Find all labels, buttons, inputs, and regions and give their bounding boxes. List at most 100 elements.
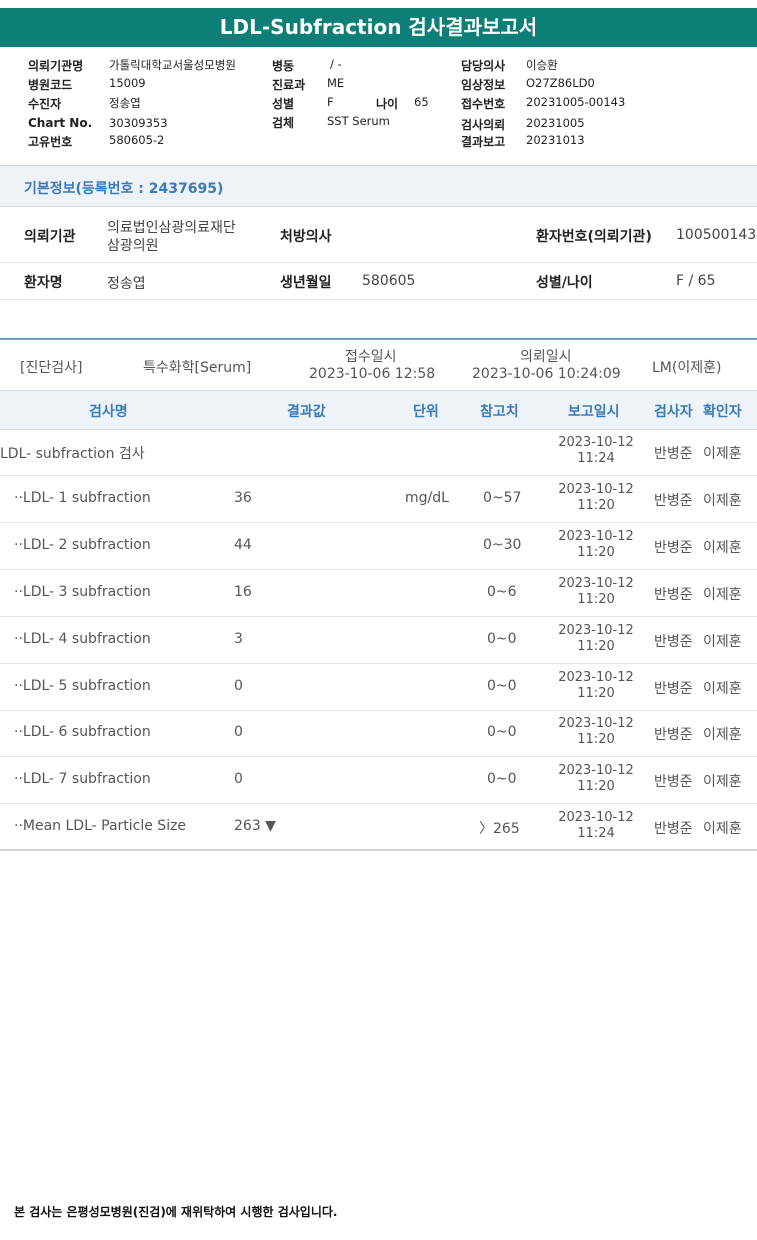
dept-value: ME	[327, 76, 345, 90]
test-value: 36	[234, 490, 252, 506]
chart-label: Chart No.	[28, 116, 93, 130]
col-confirmer: 확인자	[703, 404, 742, 420]
section-divider	[0, 338, 757, 340]
table-row[interactable]: LDL- subfraction 검사 2023-10-12 11:24 반병준 …	[0, 428, 757, 476]
test-value: 44	[234, 537, 252, 553]
report-date: 2023-10-12	[558, 810, 634, 825]
tester: 반병준	[654, 727, 693, 743]
col-tester: 검사자	[654, 404, 693, 420]
test-name: ··Mean LDL- Particle Size	[14, 818, 187, 834]
test-value: 0	[234, 678, 243, 694]
report-date: 2023-10-12	[558, 670, 634, 685]
report-time: 11:20	[577, 592, 615, 607]
unique-label: 고유번호	[28, 135, 73, 149]
receipt-value: 20231005-00143	[526, 95, 626, 109]
divider	[0, 262, 757, 263]
table-row[interactable]: ··LDL- 6 subfraction 0 0~0 2023-10-12 11:…	[0, 709, 757, 757]
birth-label: 생년월일	[280, 275, 332, 291]
test-ref: 0~30	[483, 537, 522, 553]
prescriber-label: 처방의사	[280, 229, 332, 245]
report-date: 2023-10-12	[558, 482, 634, 497]
tester: 반병준	[654, 681, 693, 697]
test-name: ··LDL- 5 subfraction	[14, 678, 151, 694]
report-date: 2023-10-12	[558, 576, 634, 591]
tester: 반병준	[654, 634, 693, 650]
table-row[interactable]: ··LDL- 4 subfraction 3 0~0 2023-10-12 11:…	[0, 616, 757, 664]
tester: 반병준	[654, 493, 693, 509]
hospital-code-value: 15009	[109, 76, 146, 90]
top-border	[0, 0, 757, 8]
test-name: ··LDL- 3 subfraction	[14, 584, 151, 600]
institution-label: 의뢰기관명	[28, 59, 84, 73]
report-date: 2023-10-12	[558, 763, 634, 778]
institution-value: 가톨릭대학교서울성모병원	[109, 58, 236, 72]
patient-value: 정송엽	[109, 96, 141, 110]
test-ref: 0~57	[483, 490, 522, 506]
report-date: 2023-10-12	[558, 529, 634, 544]
col-value: 결과값	[287, 404, 326, 420]
confirmer: 이제훈	[703, 727, 742, 743]
doctor-value: 이승환	[526, 58, 558, 72]
test-name: ··LDL- 7 subfraction	[14, 771, 151, 787]
basic-info-title: 기본정보(등록번호 : 2437695)	[24, 181, 224, 197]
tester: 반병준	[654, 821, 693, 837]
dept-label: 진료과	[272, 78, 306, 92]
tester: 반병준	[654, 587, 693, 603]
footer-note: 본 검사는 은평성모병원(진검)에 재위탁하여 시행한 검사입니다.	[14, 1205, 338, 1219]
test-value: 3	[234, 631, 243, 647]
sexage-label: 성별/나이	[536, 275, 593, 291]
report-date: 2023-10-12	[558, 716, 634, 731]
table-row[interactable]: ··LDL- 7 subfraction 0 0~0 2023-10-12 11:…	[0, 756, 757, 804]
test-ref: 〉265	[479, 821, 520, 837]
table-row[interactable]: ··LDL- 5 subfraction 0 0~0 2023-10-12 11:…	[0, 663, 757, 711]
name-label: 환자명	[24, 275, 63, 291]
age-value: 65	[414, 95, 429, 109]
tester: 반병준	[654, 446, 693, 462]
test-ref: 0~0	[487, 771, 517, 787]
report-time: 11:20	[577, 498, 615, 513]
test-ref: 0~0	[487, 678, 517, 694]
specimen-label: 검체	[272, 116, 295, 130]
test-name: ··LDL- 2 subfraction	[14, 537, 151, 553]
table-row[interactable]: ··LDL- 1 subfraction 36 mg/dL 0~57 2023-…	[0, 475, 757, 523]
request-time-value: 2023-10-06 10:24:09	[472, 366, 621, 382]
test-name: ··LDL- 6 subfraction	[14, 724, 151, 740]
inst-line1: 의료법인삼광의료재단	[107, 220, 236, 236]
patient-no-label: 환자번호(의뢰기관)	[536, 229, 652, 245]
table-row[interactable]: ··LDL- 3 subfraction 16 0~6 2023-10-12 11…	[0, 569, 757, 617]
request-value: 20231005	[526, 116, 585, 130]
lm-value: LM(이제훈)	[652, 360, 722, 376]
tester: 반병준	[654, 540, 693, 556]
table-end-divider	[0, 849, 757, 851]
test-ref: 0~6	[487, 584, 517, 600]
col-report: 보고일시	[568, 404, 620, 420]
category: [진단검사]	[20, 360, 83, 376]
report-time: 11:20	[577, 779, 615, 794]
test-name: ··LDL- 4 subfraction	[14, 631, 151, 647]
confirmer: 이제훈	[703, 774, 742, 790]
receipt-time-label: 접수일시	[345, 349, 397, 365]
table-row[interactable]: ··Mean LDL- Particle Size 263 ▼ 〉265 202…	[0, 803, 757, 851]
confirmer: 이제훈	[703, 540, 742, 556]
birth-value: 580605	[362, 273, 416, 289]
report-time: 11:24	[577, 826, 615, 841]
report-time: 11:20	[577, 639, 615, 654]
hospital-code-label: 병원코드	[28, 78, 73, 92]
confirmer: 이제훈	[703, 446, 742, 462]
report-time: 11:20	[577, 545, 615, 560]
sex-label: 성별	[272, 97, 295, 111]
chart-value: 30309353	[109, 116, 168, 130]
table-row[interactable]: ··LDL- 2 subfraction 44 0~30 2023-10-12 1…	[0, 522, 757, 570]
result-value: 20231013	[526, 133, 585, 147]
receipt-label: 접수번호	[461, 97, 506, 111]
report-time: 11:20	[577, 732, 615, 747]
report-time: 11:24	[577, 451, 615, 466]
test-ref: 0~0	[487, 631, 517, 647]
divider	[0, 299, 757, 300]
test-name: ··LDL- 1 subfraction	[14, 490, 151, 506]
report-time: 11:20	[577, 686, 615, 701]
confirmer: 이제훈	[703, 587, 742, 603]
request-time-label: 의뢰일시	[520, 349, 572, 365]
unique-value: 580605-2	[109, 133, 165, 147]
col-unit: 단위	[413, 404, 439, 420]
